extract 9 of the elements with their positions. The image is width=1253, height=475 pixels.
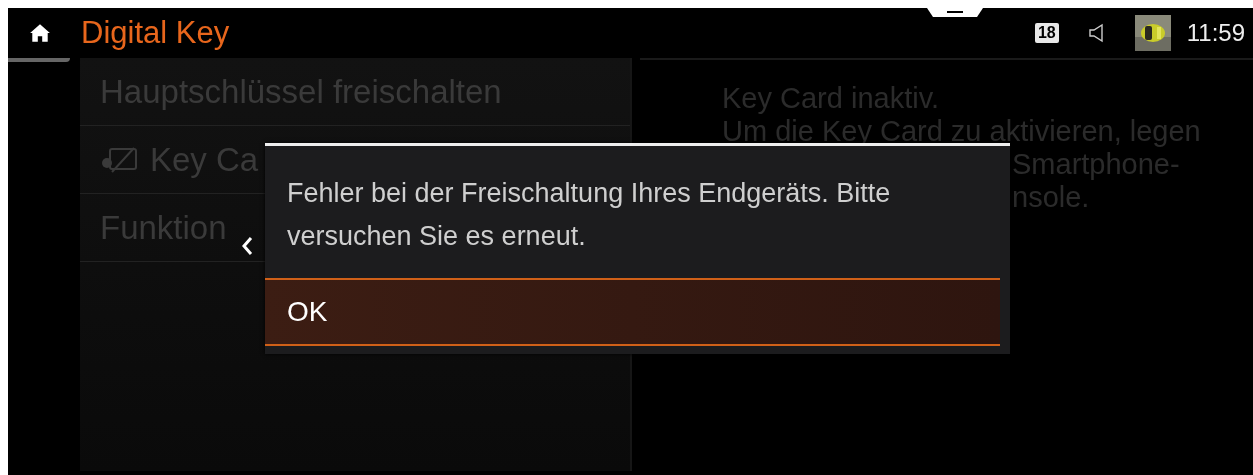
pull-down-handle[interactable] xyxy=(926,8,984,18)
clock-time: 11:59 xyxy=(1186,19,1245,47)
ok-button[interactable]: OK xyxy=(265,278,1000,346)
channel-badge: 18 xyxy=(1034,23,1059,43)
dialog-message: Fehler bei der Freischaltung Ihres Endgeräts. Bitte versuchen Sie es erneut. xyxy=(286,177,892,253)
home-icon[interactable] xyxy=(29,22,51,44)
card-icon xyxy=(100,145,140,174)
app-title: Digital Key xyxy=(81,15,230,51)
back-chevron-icon[interactable] xyxy=(241,236,253,256)
